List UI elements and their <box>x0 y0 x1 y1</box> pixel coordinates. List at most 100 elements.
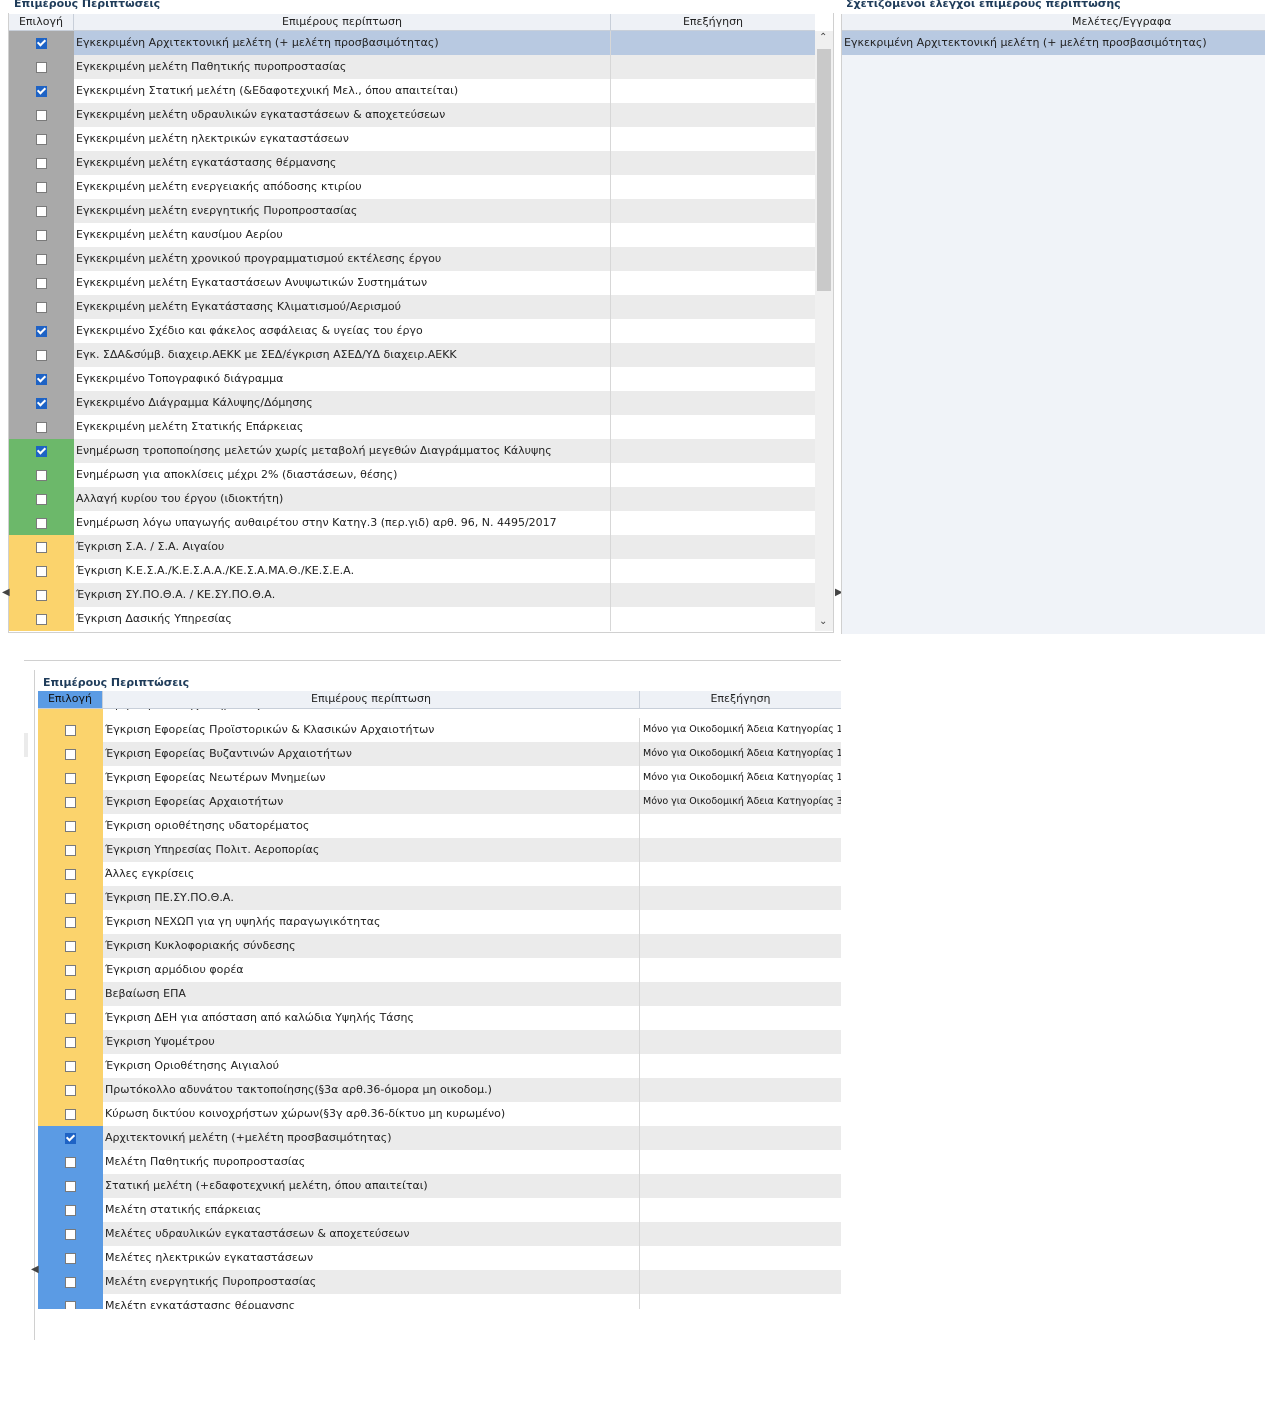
row-checkbox[interactable] <box>36 421 47 433</box>
table-row[interactable]: Εγκεκριμένη Στατική μελέτη (&Εδαφοτεχνικ… <box>9 79 815 103</box>
row-checkbox[interactable] <box>65 988 76 1000</box>
table-row[interactable]: Μελέτες υδραυλικών εγκαταστάσεων & αποχε… <box>38 1222 841 1246</box>
table-row[interactable]: Εγκεκριμένη μελέτη Εγκαταστάσεων Ανυψωτι… <box>9 271 815 295</box>
collapse-left-icon[interactable]: ◀ <box>31 1265 39 1275</box>
table-row[interactable]: Μελέτη ενεργητικής Πυροπροστασίας <box>38 1270 841 1294</box>
table-row[interactable]: Κύρωση δικτύου κοινοχρήστων χώρων(§3γ αρ… <box>38 1102 841 1126</box>
table-row[interactable]: Έγκριση Εφορείας Νεωτέρων Μνημείων Μόνο γ… <box>38 766 841 790</box>
table-row[interactable]: Εγκεκριμένη μελέτη εγκατάστασης θέρμανση… <box>9 151 815 175</box>
row-checkbox[interactable] <box>65 1012 76 1024</box>
row-checkbox[interactable] <box>36 229 47 241</box>
row-checkbox[interactable] <box>65 916 76 928</box>
row-checkbox[interactable] <box>65 1108 76 1120</box>
row-checkbox[interactable] <box>36 589 47 601</box>
row-checkbox[interactable] <box>36 445 47 457</box>
row-checkbox[interactable] <box>65 892 76 904</box>
row-checkbox[interactable] <box>36 349 47 361</box>
table-row[interactable]: Έγκριση ΣΥ.ΠΟ.Θ.Α. / ΚΕ.ΣΥ.ΠΟ.Θ.Α. <box>9 583 815 607</box>
table-row[interactable]: Έγκριση οριοθέτησης υδατορέματος <box>38 814 841 838</box>
header-explanation[interactable]: Επεξήγηση <box>611 14 815 30</box>
row-checkbox[interactable] <box>65 964 76 976</box>
table-row[interactable]: Μελέτες ηλεκτρικών εγκαταστάσεων <box>38 1246 841 1270</box>
row-checkbox[interactable] <box>65 796 76 808</box>
table-row[interactable]: Έγκριση Εφορείας Προϊστορικών & Κλασικών… <box>38 718 841 742</box>
row-checkbox[interactable] <box>36 613 47 625</box>
header-case[interactable]: Επιμέρους περίπτωση <box>74 14 611 30</box>
row-checkbox[interactable] <box>36 517 47 529</box>
row-checkbox[interactable] <box>36 397 47 409</box>
row-checkbox[interactable] <box>65 1276 76 1288</box>
top-grid-scrollbar[interactable]: ⌃ ⌄ <box>815 31 833 631</box>
table-row[interactable]: Εγκεκριμένο Σχέδιο και φάκελος ασφάλειας… <box>9 319 815 343</box>
scrollbar-thumb[interactable] <box>817 49 831 291</box>
row-checkbox[interactable] <box>36 493 47 505</box>
table-row[interactable]: Έγκριση Εφορείας Βυζαντινών Αρχαιοτήτων Μ… <box>38 742 841 766</box>
table-row[interactable]: Μελέτη εγκατάστασης θέρμανσης <box>38 1294 841 1309</box>
row-checkbox[interactable] <box>65 1252 76 1264</box>
table-row[interactable]: Ενημέρωση για αποκλίσεις μέχρι 2% (διαστ… <box>9 463 815 487</box>
table-row[interactable]: Εγκεκριμένη μελέτη υδραυλικών εγκαταστάσ… <box>9 103 815 127</box>
table-row[interactable]: Έγκριση Υψομέτρου <box>38 1030 841 1054</box>
table-row[interactable]: Αλλαγή κυρίου του έργου (ιδιοκτήτη) <box>9 487 815 511</box>
table-row[interactable]: Έγκριση Υπηρεσίας Πολιτ. Αεροπορίας <box>38 838 841 862</box>
header-documents[interactable]: Μελέτες/Εγγραφα <box>842 14 1265 30</box>
table-row[interactable]: Πρωτόκολλο αδυνάτου τακτοποίησης(§3α αρθ… <box>38 1078 841 1102</box>
collapse-left-icon[interactable]: ◀ <box>2 588 10 598</box>
related-row[interactable]: Εγκεκριμένη Αρχιτεκτονική μελέτη (+ μελέ… <box>842 31 1265 55</box>
row-checkbox[interactable] <box>65 1036 76 1048</box>
scroll-down-arrow-icon[interactable]: ⌄ <box>819 617 827 627</box>
row-checkbox[interactable] <box>65 724 76 736</box>
row-checkbox[interactable] <box>36 469 47 481</box>
row-checkbox[interactable] <box>36 109 47 121</box>
header-explanation[interactable]: Επεξήγηση <box>640 691 841 708</box>
row-checkbox[interactable] <box>36 373 47 385</box>
table-row[interactable]: Έγκριση Δασικής Υπηρεσίας <box>9 607 815 631</box>
table-row[interactable]: Εγκεκριμένη μελέτη Εγκατάστασης Κλιματισ… <box>9 295 815 319</box>
table-row[interactable]: Μελέτη Παθητικής πυροπροστασίας <box>38 1150 841 1174</box>
table-row[interactable]: Έγκριση ΝΕΧΩΠ για γη υψηλής παραγωγικότη… <box>38 910 841 934</box>
row-checkbox[interactable] <box>36 541 47 553</box>
table-row[interactable]: Άλλες εγκρίσεις <box>38 862 841 886</box>
table-row[interactable]: Εγκεκριμένη Αρχιτεκτονική μελέτη (+ μελέ… <box>9 31 815 55</box>
table-row[interactable]: Αρχιτεκτονική μελέτη (+μελέτη προσβασιμό… <box>38 1126 841 1150</box>
table-row[interactable]: Εγκεκριμένη μελέτη Στατικής Επάρκειας <box>9 415 815 439</box>
row-checkbox[interactable] <box>36 37 47 49</box>
row-checkbox[interactable] <box>36 253 47 265</box>
header-select[interactable]: Επιλογή <box>9 14 74 30</box>
row-checkbox[interactable] <box>65 940 76 952</box>
table-row[interactable]: Ενημέρωση τροποποίησης μελετών χωρίς μετ… <box>9 439 815 463</box>
row-checkbox[interactable] <box>36 277 47 289</box>
table-row[interactable]: Έγκριση ΠΕ.ΣΥ.ΠΟ.Θ.Α. <box>38 886 841 910</box>
row-checkbox[interactable] <box>65 748 76 760</box>
row-checkbox[interactable] <box>65 844 76 856</box>
table-row[interactable]: Εγκεκριμένη μελέτη ηλεκτρικών εγκαταστάσ… <box>9 127 815 151</box>
table-row[interactable]: Μελέτη στατικής επάρκειας <box>38 1198 841 1222</box>
table-row[interactable]: Έγκριση Σ.Α. / Σ.Α. Αιγαίου <box>9 535 815 559</box>
table-row[interactable]: Εγκεκριμένη μελέτη ενεργητικής Πυροπροστ… <box>9 199 815 223</box>
header-select[interactable]: Επιλογή <box>38 691 103 708</box>
table-row[interactable]: Εγκεκριμένη μελέτη καυσίμου Αερίου <box>9 223 815 247</box>
row-checkbox[interactable] <box>65 772 76 784</box>
row-checkbox[interactable] <box>36 133 47 145</box>
row-checkbox[interactable] <box>65 1060 76 1072</box>
row-checkbox[interactable] <box>65 1156 76 1168</box>
row-checkbox[interactable] <box>36 301 47 313</box>
row-checkbox[interactable] <box>65 1300 76 1309</box>
row-checkbox[interactable] <box>36 85 47 97</box>
table-row[interactable]: Ενημέρωση λόγω υπαγωγής αυθαιρέτου στην … <box>9 511 815 535</box>
table-row[interactable]: Έγκριση Οριοθέτησης Αιγιαλού <box>38 1054 841 1078</box>
row-checkbox[interactable] <box>36 157 47 169</box>
table-row[interactable]: Έγκριση ΔΕΗ για απόσταση από καλώδια Υψη… <box>38 1006 841 1030</box>
table-row[interactable]: Εγκεκριμένη μελέτη χρονικού προγραμματισ… <box>9 247 815 271</box>
scroll-up-arrow-icon[interactable]: ⌃ <box>819 33 827 43</box>
table-row[interactable]: Έγκριση Κ.Ε.Σ.Α./Κ.Ε.Σ.Α.Α./ΚΕ.Σ.Α.ΜΑ.Θ.… <box>9 559 815 583</box>
row-checkbox[interactable] <box>36 325 47 337</box>
row-checkbox[interactable] <box>36 205 47 217</box>
row-checkbox[interactable] <box>36 181 47 193</box>
row-checkbox[interactable] <box>65 1084 76 1096</box>
row-checkbox[interactable] <box>65 1228 76 1240</box>
table-row[interactable]: Εγκεκριμένη μελέτη ενεργειακής απόδοσης … <box>9 175 815 199</box>
table-row[interactable]: Στατική μελέτη (+εδαφοτεχνική μελέτη, όπ… <box>38 1174 841 1198</box>
table-row[interactable]: Έγκριση Κυκλοφοριακής σύνδεσης <box>38 934 841 958</box>
row-checkbox[interactable] <box>36 565 47 577</box>
